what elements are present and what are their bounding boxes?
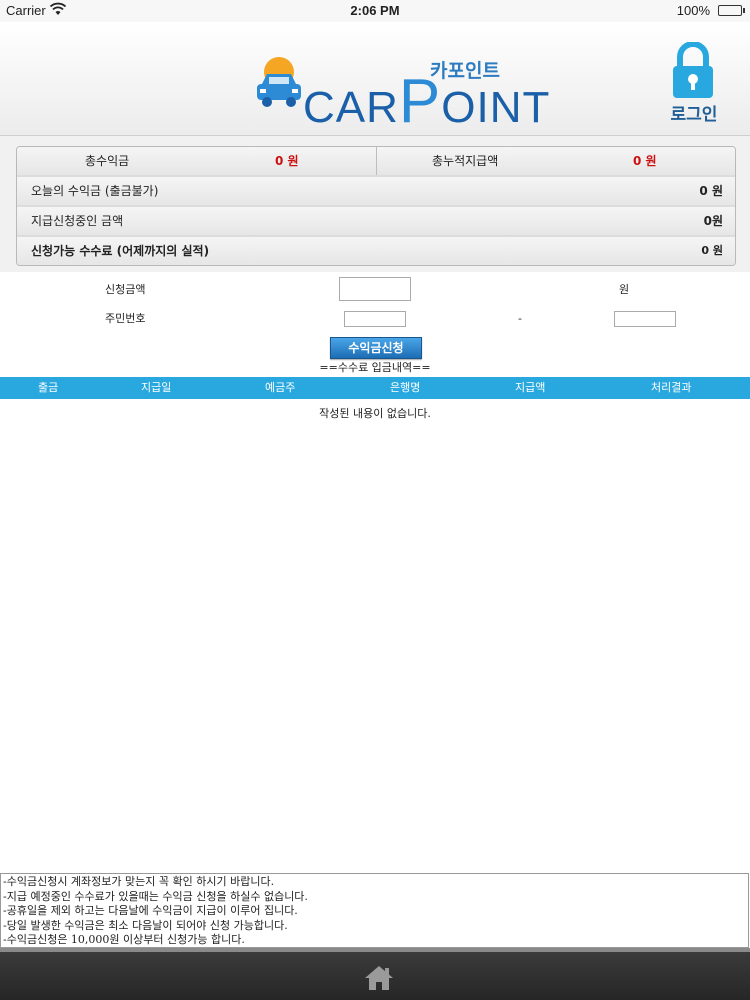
column-header: 은행명 bbox=[390, 381, 421, 394]
column-header: 처리결과 bbox=[651, 381, 692, 394]
total-paid-label: 총누적지급액 bbox=[432, 154, 499, 168]
summary-row: 신청가능 수수료 (어제까지의 실적) 0 원 bbox=[17, 237, 735, 265]
history-title: ==수수료 입금내역== bbox=[319, 361, 431, 374]
resident-number-separator: - bbox=[518, 312, 522, 325]
history-empty-message: 작성된 내용이 없습니다. bbox=[319, 407, 431, 420]
notice-line: -지급 예정중인 수수료가 있을때는 수익금 신청을 하실수 없습니다. bbox=[3, 889, 308, 903]
car-icon bbox=[257, 57, 301, 107]
today-income-value: 0 원 bbox=[699, 184, 723, 198]
income-request-button[interactable]: 수익금신청 bbox=[330, 337, 422, 359]
total-income-value: 0 원 bbox=[275, 154, 299, 168]
login-label: 로그인 bbox=[670, 105, 718, 125]
column-header: 지급일 bbox=[141, 381, 172, 394]
battery-icon bbox=[718, 5, 745, 16]
available-fee-label: 신청가능 수수료 (어제까지의 실적) bbox=[31, 244, 210, 258]
amount-unit: 원 bbox=[619, 283, 630, 296]
notice-line: -수익금신청시 계좌정보가 맞는지 꼭 확인 하시기 바랍니다. bbox=[3, 875, 275, 888]
notice-line: -당일 발생한 수익금은 최소 다음날이 되어야 신청 가능합니다. bbox=[3, 918, 288, 932]
summary-totals-row: 총수익금 0 원 총누적지급액 0 원 bbox=[17, 147, 735, 177]
column-header: 예금주 bbox=[265, 381, 296, 394]
home-icon[interactable] bbox=[363, 964, 395, 992]
notice-box: -수익금신청시 계좌정보가 맞는지 꼭 확인 하시기 바랍니다. -지급 예정중… bbox=[0, 873, 749, 948]
column-header: 지급액 bbox=[515, 381, 546, 394]
battery-percent: 100% bbox=[676, 3, 710, 18]
status-bar: Carrier 2:06 PM 100% bbox=[0, 0, 750, 22]
app-header: 카포인트 CARPOINT 로그인 bbox=[0, 22, 750, 136]
resident-number-back-input[interactable] bbox=[614, 311, 676, 327]
today-income-label: 오늘의 수익금 (출금불가) bbox=[31, 184, 159, 198]
amount-input[interactable] bbox=[339, 277, 411, 301]
clock: 2:06 PM bbox=[350, 3, 400, 18]
bottom-nav-bar bbox=[0, 948, 750, 1000]
history-table-header: 출금 지급일 예금주 은행명 지급액 처리결과 bbox=[0, 377, 750, 399]
summary-row: 지급신청중인 금액 0원 bbox=[17, 207, 735, 237]
resident-number-row: 주민번호 - bbox=[0, 307, 750, 333]
earnings-summary-table: 총수익금 0 원 총누적지급액 0 원 오늘의 수익금 (출금불가) 0 원 지… bbox=[16, 146, 736, 266]
earnings-summary-section: 총수익금 0 원 총누적지급액 0 원 오늘의 수익금 (출금불가) 0 원 지… bbox=[0, 136, 750, 272]
login-button[interactable]: 로그인 bbox=[664, 42, 724, 126]
total-paid-value: 0 원 bbox=[633, 154, 657, 168]
available-fee-value: 0 원 bbox=[701, 244, 723, 257]
summary-row: 오늘의 수익금 (출금불가) 0 원 bbox=[17, 177, 735, 207]
resident-number-label: 주민번호 bbox=[105, 312, 146, 325]
notice-line: -수익금신청은 10,000원 이상부터 신청가능 합니다. bbox=[3, 933, 245, 947]
column-header: 출금 bbox=[38, 381, 59, 394]
pending-amount-value: 0원 bbox=[703, 214, 723, 228]
resident-number-front-input[interactable] bbox=[344, 311, 406, 327]
logo-wordmark: CARPOINT bbox=[303, 67, 551, 136]
carpoint-logo[interactable]: 카포인트 CARPOINT bbox=[255, 56, 549, 136]
amount-label: 신청금액 bbox=[105, 283, 146, 296]
notice-line: -공휴일을 제외 하고는 다음날에 수익금이 지급이 이루어 집니다. bbox=[3, 904, 298, 918]
total-income-label: 총수익금 bbox=[85, 154, 130, 168]
amount-row: 신청금액 원 bbox=[0, 277, 750, 303]
lock-icon bbox=[673, 42, 713, 98]
pending-amount-label: 지급신청중인 금액 bbox=[31, 214, 124, 228]
